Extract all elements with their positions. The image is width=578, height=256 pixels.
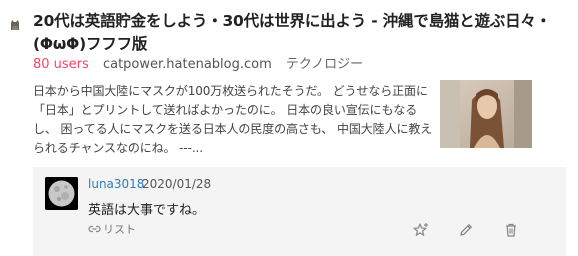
entry-domain[interactable]: catpower.hatenablog.com xyxy=(103,57,272,72)
comment-text: 英語は大事ですね。 xyxy=(88,203,206,218)
entry-category[interactable]: テクノロジー xyxy=(286,57,363,72)
list-label: リスト xyxy=(103,223,136,236)
comment-card: luna3018 2020/01/28 英語は大事ですね。 リスト xyxy=(33,167,566,256)
entry-title[interactable]: 20代は英語貯金をしよう・30代は世界に出よう - 沖縄で島猫と遊ぶ日々・(Φω… xyxy=(33,10,563,56)
star-add-icon[interactable] xyxy=(413,222,429,238)
add-to-list-link[interactable]: リスト xyxy=(88,221,136,237)
delete-icon[interactable] xyxy=(503,222,519,238)
entry-summary: 日本から中国大陸にマスクが100万枚送られたそうだ。 どうせなら正面に「日本」と… xyxy=(33,84,433,155)
edit-icon[interactable] xyxy=(458,222,474,238)
users-count[interactable]: 80 users xyxy=(33,57,89,72)
woman-portrait-thumbnail[interactable] xyxy=(440,80,532,148)
comment-date: 2020/01/28 xyxy=(142,177,212,191)
moon-avatar[interactable] xyxy=(45,177,78,210)
cat-icon xyxy=(8,17,22,31)
entry-meta: 80 users catpower.hatenablog.com テクノロジー xyxy=(33,57,363,73)
comment-username[interactable]: luna3018 xyxy=(88,177,144,191)
link-icon xyxy=(88,225,101,233)
